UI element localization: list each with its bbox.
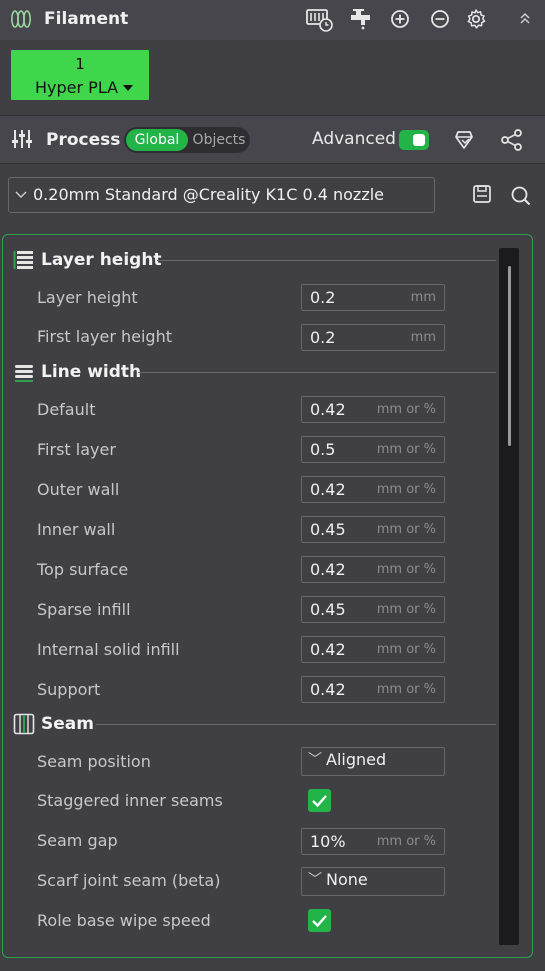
dropdown-value: None xyxy=(326,870,368,889)
gear-icon[interactable] xyxy=(465,8,487,30)
filament-title: Filament xyxy=(44,9,129,29)
section-title-seam: Seam xyxy=(41,714,94,734)
staggered-inner-seams-checkbox[interactable] xyxy=(308,789,331,812)
filament-logo-icon xyxy=(10,10,32,28)
checkmark-icon xyxy=(312,795,327,808)
toggle-global[interactable]: Global xyxy=(126,129,188,151)
field-value: 0.5 xyxy=(310,440,336,459)
dropdown-arrow-icon xyxy=(123,85,133,91)
checkmark-icon xyxy=(312,915,327,928)
process-title: Process xyxy=(46,130,121,150)
filament-slot-name: Hyper PLA xyxy=(35,78,119,97)
field-value: 0.42 xyxy=(310,560,346,579)
field-unit: mm or % xyxy=(376,402,436,417)
label-layer-height: Layer height xyxy=(37,288,138,307)
field-value: 10% xyxy=(310,832,346,851)
field-unit: mm or % xyxy=(376,682,436,697)
collapse-chevron-icon[interactable] xyxy=(518,11,532,27)
label-top-surface: Top surface xyxy=(37,560,129,579)
line-width-outer-wall-input[interactable]: 0.42 mm or % xyxy=(301,476,445,503)
line-width-internal-solid-infill-input[interactable]: 0.42 mm or % xyxy=(301,636,445,663)
save-icon[interactable] xyxy=(472,184,492,204)
field-unit: mm xyxy=(410,330,436,345)
label-role-base-wipe-speed: Role base wipe speed xyxy=(37,911,211,930)
section-divider xyxy=(96,724,496,725)
label-first-layer-height: First layer height xyxy=(37,327,172,346)
seam-position-dropdown[interactable]: ﹀ Aligned xyxy=(301,747,445,776)
field-unit: mm or % xyxy=(376,642,436,657)
field-unit: mm or % xyxy=(376,834,436,849)
network-nodes-icon[interactable] xyxy=(500,129,524,151)
label-staggered-inner-seams: Staggered inner seams xyxy=(37,791,223,810)
filament-slot-index: 1 xyxy=(75,55,85,73)
label-support: Support xyxy=(37,680,101,699)
seam-icon xyxy=(13,713,35,735)
role-base-wipe-speed-checkbox[interactable] xyxy=(308,909,331,932)
label-outer-wall: Outer wall xyxy=(37,480,120,499)
line-width-first-layer-input[interactable]: 0.5 mm or % xyxy=(301,436,445,463)
field-unit: mm or % xyxy=(376,442,436,457)
field-unit: mm or % xyxy=(376,562,436,577)
process-preset-name: 0.20mm Standard @Creality K1C 0.4 nozzle xyxy=(33,185,384,204)
field-value: 0.2 xyxy=(310,328,336,347)
label-first-layer: First layer xyxy=(37,440,116,459)
field-unit: mm or % xyxy=(376,482,436,497)
field-value: 0.42 xyxy=(310,680,346,699)
advanced-switch[interactable] xyxy=(399,130,429,150)
layer-height-icon xyxy=(13,251,33,269)
field-value: 0.42 xyxy=(310,400,346,419)
field-value: 0.45 xyxy=(310,520,346,539)
advanced-label: Advanced xyxy=(312,129,396,149)
line-width-default-input[interactable]: 0.42 mm or % xyxy=(301,396,445,423)
line-width-inner-wall-input[interactable]: 0.45 mm or % xyxy=(301,516,445,543)
remove-circle-icon[interactable] xyxy=(430,9,450,29)
label-inner-wall: Inner wall xyxy=(37,520,116,539)
line-width-sparse-infill-input[interactable]: 0.45 mm or % xyxy=(301,596,445,623)
label-scarf-joint-seam: Scarf joint seam (beta) xyxy=(37,871,221,890)
scrollbar-thumb[interactable] xyxy=(508,266,511,446)
dropdown-value: Aligned xyxy=(326,750,387,769)
field-unit: mm or % xyxy=(376,522,436,537)
field-unit: mm or % xyxy=(376,602,436,617)
compare-presets-icon[interactable] xyxy=(452,128,476,152)
label-seam-gap: Seam gap xyxy=(37,831,118,850)
filament-slot-button[interactable]: 1 Hyper PLA xyxy=(11,50,149,100)
line-width-icon xyxy=(15,365,33,382)
first-layer-height-input[interactable]: 0.2 mm xyxy=(301,324,445,351)
sliders-icon xyxy=(12,130,32,148)
section-title-line-width: Line width xyxy=(41,362,142,382)
chevron-down-icon: ﹀ xyxy=(308,752,322,768)
field-unit: mm xyxy=(410,290,436,305)
seam-gap-input[interactable]: 10% mm or % xyxy=(301,828,445,855)
section-title-layer-height: Layer height xyxy=(41,250,162,270)
chevron-down-icon xyxy=(15,191,27,198)
section-divider xyxy=(138,372,496,373)
printer-sync-icon[interactable] xyxy=(305,7,335,33)
line-width-support-input[interactable]: 0.42 mm or % xyxy=(301,676,445,703)
layer-height-input[interactable]: 0.2 mm xyxy=(301,284,445,311)
faucet-icon[interactable] xyxy=(348,8,372,30)
section-divider xyxy=(157,260,496,261)
label-sparse-infill: Sparse infill xyxy=(37,600,131,619)
toggle-objects[interactable]: Objects xyxy=(190,129,248,151)
label-default: Default xyxy=(37,400,96,419)
search-icon[interactable] xyxy=(510,185,532,207)
field-value: 0.2 xyxy=(310,288,336,307)
label-seam-position: Seam position xyxy=(37,752,151,771)
scarf-joint-seam-dropdown[interactable]: ﹀ None xyxy=(301,867,445,896)
label-internal-solid-infill: Internal solid infill xyxy=(37,640,180,659)
add-circle-icon[interactable] xyxy=(390,9,410,29)
line-width-top-surface-input[interactable]: 0.42 mm or % xyxy=(301,556,445,583)
field-value: 0.42 xyxy=(310,480,346,499)
field-value: 0.42 xyxy=(310,640,346,659)
chevron-down-icon: ﹀ xyxy=(308,872,322,888)
field-value: 0.45 xyxy=(310,600,346,619)
